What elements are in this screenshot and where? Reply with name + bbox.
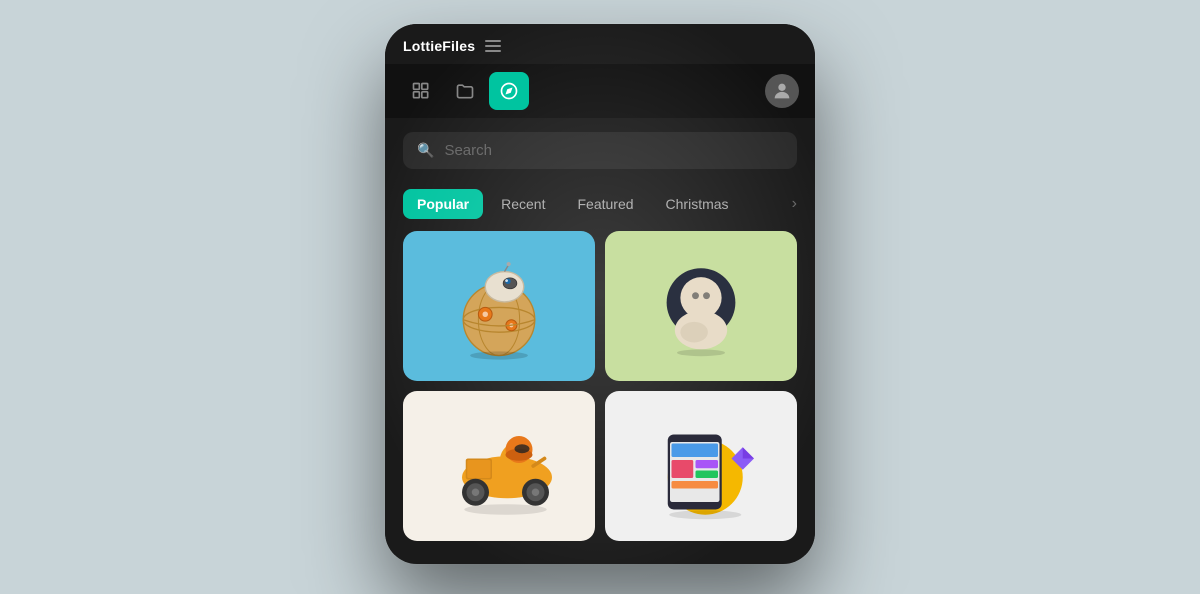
app-title: LottieFiles [403,38,475,54]
app-window: LottieFiles [385,24,815,564]
animation-card-design[interactable] [605,391,797,541]
title-left: LottieFiles [403,38,501,54]
nav-folder-button[interactable] [445,72,485,110]
tab-christmas[interactable]: Christmas [652,189,743,219]
nav-home-button[interactable] [401,72,441,110]
search-icon: 🔍 [417,142,434,159]
tabs-container: Popular Recent Featured Christmas › [385,179,815,231]
animation-card-delivery[interactable] [403,391,595,541]
title-bar: LottieFiles [385,24,815,64]
animation-card-bb8[interactable] [403,231,595,381]
search-container: 🔍 Search [385,118,815,179]
nav-discover-button[interactable] [489,72,529,110]
tab-recent[interactable]: Recent [487,189,559,219]
tabs-more-arrow[interactable]: › [792,195,797,213]
phone-wrapper: LottieFiles [385,24,815,564]
nav-icons [401,72,529,110]
search-bar[interactable]: 🔍 Search [403,132,797,169]
animation-card-character[interactable] [605,231,797,381]
tab-popular[interactable]: Popular [403,189,483,219]
hamburger-icon[interactable] [485,40,501,52]
animation-grid [385,231,815,555]
tab-featured[interactable]: Featured [563,189,647,219]
nav-bar [385,64,815,118]
search-placeholder: Search [444,142,492,159]
profile-icon[interactable] [765,74,799,108]
